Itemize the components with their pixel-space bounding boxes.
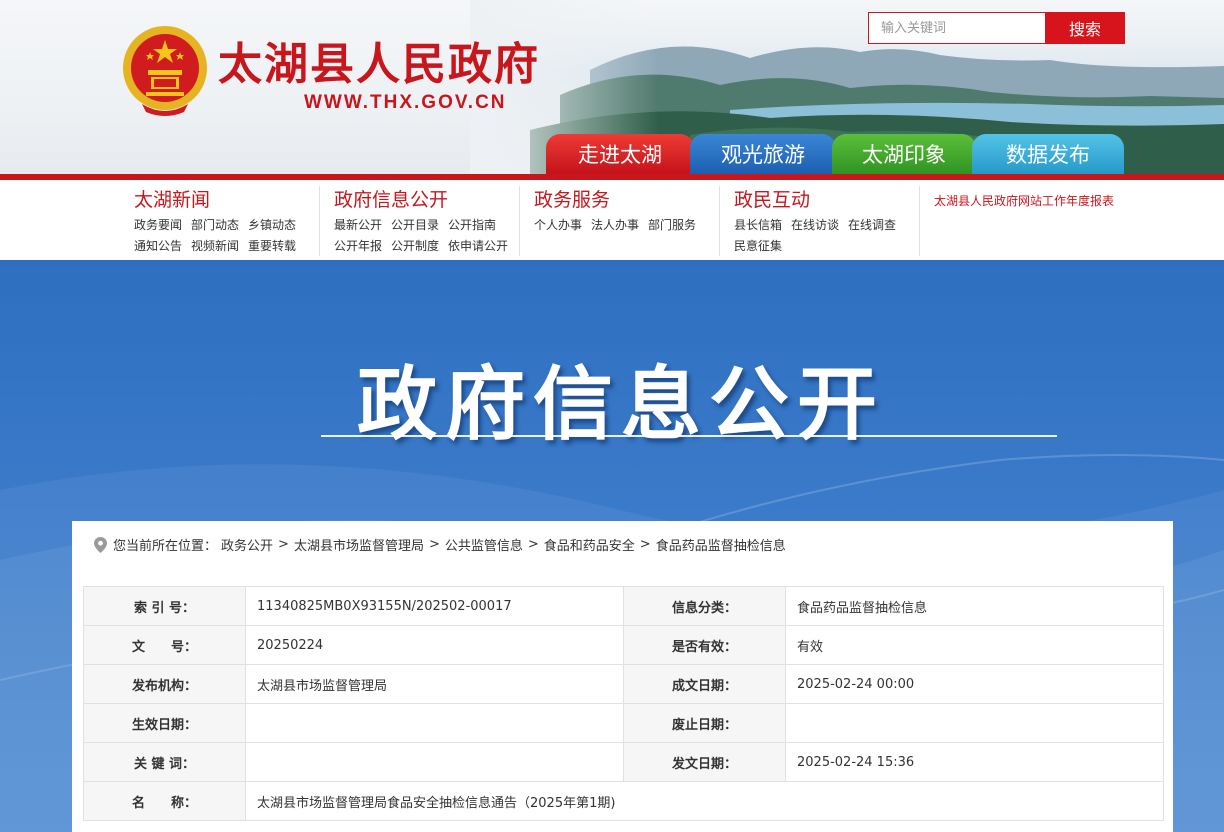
search-button[interactable]: 搜索 [1045,12,1125,44]
table-row: 文 号： 20250224 是否有效： 有效 [83,625,1164,665]
table-row: 发布机构： 太湖县市场监督管理局 成文日期： 2025-02-24 00:00 [83,664,1164,704]
nav-link[interactable]: 政务要闻 [134,215,182,235]
site-url: WWW.THX.GOV.CN [304,92,507,113]
nav-title-news[interactable]: 太湖新闻 [134,186,319,214]
nav-link[interactable]: 公开制度 [391,236,439,256]
info-label: 成文日期： [623,664,786,704]
nav-link[interactable]: 最新公开 [334,215,382,235]
nav-link[interactable]: 视频新闻 [191,236,239,256]
info-value: 11340825MB0X93155N/202502-00017 [245,586,624,626]
info-value: 20250224 [245,625,624,665]
site-title: 太湖县人民政府 [218,39,540,90]
breadcrumb-separator: > [527,537,539,552]
nav-link[interactable]: 部门动态 [191,215,239,235]
info-value: 2025-02-24 00:00 [785,664,1164,704]
nav-column-interaction: 政民互动 县长信箱 在线访谈 在线调查民意征集 [720,186,920,256]
breadcrumb-item[interactable]: 公共监管信息 [445,535,523,554]
nav-link[interactable]: 部门服务 [648,215,696,235]
breadcrumb-separator: > [278,537,289,552]
location-pin-icon [94,536,107,553]
info-label: 生效日期： [83,703,246,743]
tab-zoujin-taihu[interactable]: 走进太湖 [546,134,694,174]
document-info-table: 索 引 号： 11340825MB0X93155N/202502-00017 信… [83,586,1164,821]
info-label: 关 键 词： [83,742,246,782]
info-value [785,703,1164,743]
nav-title-gov-info[interactable]: 政府信息公开 [334,186,519,214]
breadcrumb: 您当前所在位置： 政务公开 > 太湖县市场监督管理局 > 公共监管信息 > 食品… [94,535,786,554]
info-label: 名 称： [83,781,246,821]
nav-column-gov-info: 政府信息公开 最新公开 公开目录 公开指南公开年报 公开制度 依申请公开 [320,186,520,256]
nav-link[interactable]: 公开指南 [448,215,496,235]
info-value: 食品药品监督抽检信息 [785,586,1164,626]
info-label: 文 号： [83,625,246,665]
nav-link[interactable]: 法人办事 [591,215,639,235]
nav-link[interactable]: 重要转载 [248,236,296,256]
annual-report-link[interactable]: 太湖县人民政府网站工作年度报表 [934,192,1114,209]
nav-link[interactable]: 公开目录 [391,215,439,235]
nav-column-news: 太湖新闻 政务要闻 部门动态 乡镇动态通知公告 视频新闻 重要转载 [120,186,320,256]
banner-title: 政府信息公开 [357,358,885,451]
info-value: 2025-02-24 15:36 [785,742,1164,782]
table-row-name: 名 称： 太湖县市场监督管理局食品安全抽检信息通告（2025年第1期) [83,781,1164,821]
nav-title-services[interactable]: 政务服务 [534,186,719,214]
content-card: 您当前所在位置： 政务公开 > 太湖县市场监督管理局 > 公共监管信息 > 食品… [72,521,1173,832]
document-name-value: 太湖县市场监督管理局食品安全抽检信息通告（2025年第1期) [245,781,1164,821]
info-label: 发文日期： [623,742,786,782]
nav-link[interactable]: 乡镇动态 [248,215,296,235]
breadcrumb-separator: > [639,537,651,552]
breadcrumb-item[interactable]: 食品药品监督抽检信息 [656,535,786,554]
nav-title-interaction[interactable]: 政民互动 [734,186,919,214]
tab-shuju-fabu[interactable]: 数据发布 [972,134,1124,174]
info-value: 有效 [785,625,1164,665]
table-row: 生效日期： 废止日期： [83,703,1164,743]
breadcrumb-prefix: 您当前所在位置： [113,539,218,554]
nav-link[interactable]: 通知公告 [134,236,182,256]
nav-link[interactable]: 县长信箱 [734,215,782,235]
tab-guanguang-lvyou[interactable]: 观光旅游 [690,134,836,174]
info-label: 信息分类： [623,586,786,626]
info-value [245,742,624,782]
info-label: 发布机构： [83,664,246,704]
main-nav: 太湖新闻 政务要闻 部门动态 乡镇动态通知公告 视频新闻 重要转载 政府信息公开 最新公… [0,180,1224,260]
search-input[interactable] [868,12,1046,44]
info-value [245,703,624,743]
nav-link[interactable]: 在线调查 [848,215,896,235]
table-row: 索 引 号： 11340825MB0X93155N/202502-00017 信… [83,586,1164,626]
breadcrumb-item[interactable]: 政务公开 [221,535,273,554]
banner-divider [321,435,1057,437]
nav-link[interactable]: 在线访谈 [791,215,839,235]
nav-link[interactable]: 民意征集 [734,236,782,256]
table-row: 关 键 词： 发文日期： 2025-02-24 15:36 [83,742,1164,782]
info-label: 废止日期： [623,703,786,743]
nav-link[interactable]: 公开年报 [334,236,382,256]
nav-link[interactable]: 依申请公开 [448,236,508,256]
breadcrumb-separator: > [428,537,440,552]
info-label: 索 引 号： [83,586,246,626]
tab-taihu-yinxiang[interactable]: 太湖印象 [832,134,976,174]
info-label: 是否有效： [623,625,786,665]
info-value: 太湖县市场监督管理局 [245,664,624,704]
nav-link[interactable]: 个人办事 [534,215,582,235]
site-header: 太湖县人民政府 WWW.THX.GOV.CN 搜索 走进太湖 观光旅游 太湖印象… [0,0,1224,176]
breadcrumb-item[interactable]: 食品和药品安全 [544,535,635,554]
breadcrumb-item[interactable]: 太湖县市场监督管理局 [294,535,424,554]
national-emblem-icon [123,26,207,116]
nav-column-services: 政务服务 个人办事 法人办事 部门服务 [520,186,720,256]
